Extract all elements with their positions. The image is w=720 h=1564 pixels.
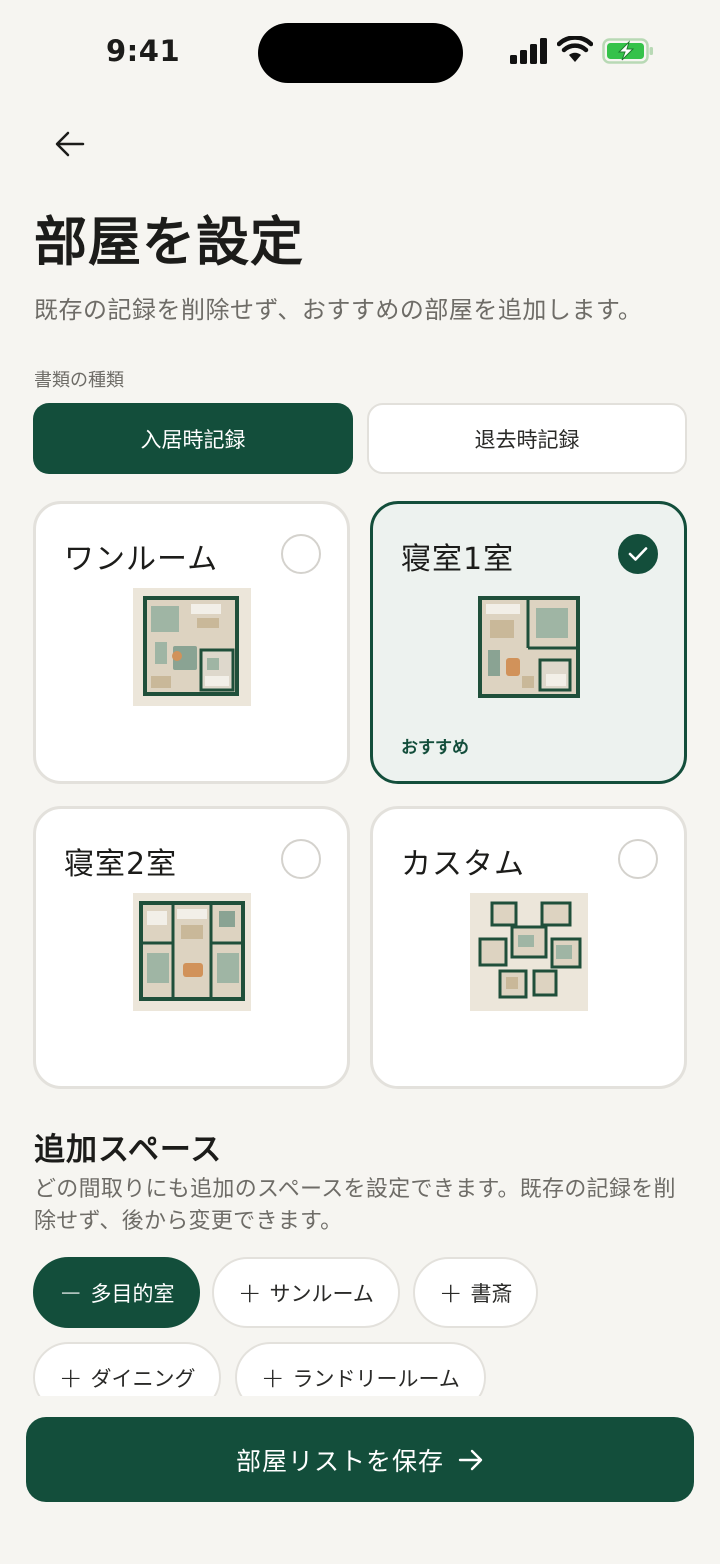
minus-icon: − bbox=[59, 1275, 83, 1309]
chip-label: ランドリールーム bbox=[292, 1366, 460, 1391]
dynamic-island bbox=[258, 23, 463, 83]
plus-icon: + bbox=[59, 1360, 83, 1394]
chip-sunroom[interactable]: + サンルーム bbox=[212, 1257, 400, 1328]
arrow-left-icon bbox=[55, 131, 85, 157]
layout-title: カスタム bbox=[401, 847, 525, 882]
move-in-record-tab[interactable]: 入居時記録 bbox=[33, 403, 353, 474]
plus-icon: + bbox=[238, 1275, 262, 1309]
document-type-label: 書類の種類 bbox=[34, 370, 124, 391]
cellular-signal-icon bbox=[510, 38, 547, 64]
arrow-right-icon bbox=[458, 1449, 483, 1470]
radio-unchecked-icon[interactable] bbox=[281, 839, 321, 879]
chip-label: サンルーム bbox=[269, 1281, 374, 1306]
checkmark-icon bbox=[628, 547, 648, 561]
layout-title: ワンルーム bbox=[64, 542, 219, 577]
chip-study[interactable]: + 書斎 bbox=[413, 1257, 539, 1328]
back-button[interactable] bbox=[48, 124, 92, 164]
recommended-badge: おすすめ bbox=[401, 738, 469, 758]
status-time: 9:41 bbox=[106, 34, 181, 68]
layout-card-custom[interactable]: カスタム bbox=[370, 806, 687, 1089]
chip-label: 多目的室 bbox=[90, 1281, 175, 1306]
layout-card-2-bedroom[interactable]: 寝室2室 bbox=[33, 806, 350, 1089]
plus-icon: + bbox=[261, 1360, 285, 1394]
radio-checked-icon[interactable] bbox=[618, 534, 658, 574]
radio-unchecked-icon[interactable] bbox=[618, 839, 658, 879]
layout-card-studio[interactable]: ワンルーム bbox=[33, 501, 350, 784]
2-bedroom-floorplan-image bbox=[133, 893, 251, 1011]
radio-unchecked-icon[interactable] bbox=[281, 534, 321, 574]
chip-multipurpose-room[interactable]: − 多目的室 bbox=[33, 1257, 201, 1328]
layout-title: 寝室2室 bbox=[64, 847, 178, 882]
layout-card-1-bedroom[interactable]: 寝室1室 おすすめ bbox=[370, 501, 687, 784]
save-button-label: 部屋リストを保存 bbox=[235, 1446, 444, 1476]
wifi-icon bbox=[557, 36, 593, 62]
save-room-list-button[interactable]: 部屋リストを保存 bbox=[26, 1417, 694, 1502]
1-bedroom-floorplan-image bbox=[478, 596, 580, 698]
move-out-record-tab[interactable]: 退去時記録 bbox=[367, 403, 687, 474]
plus-icon: + bbox=[439, 1275, 463, 1309]
layout-title: 寝室1室 bbox=[401, 542, 515, 577]
status-bar: 9:41 bbox=[0, 0, 720, 100]
studio-floorplan-image bbox=[133, 588, 251, 706]
extra-spaces-description: どの間取りにも追加のスペースを設定できます。既存の記録を削除せず、後から変更でき… bbox=[34, 1177, 676, 1234]
page-title: 部屋を設定 bbox=[34, 212, 304, 273]
extra-spaces-title: 追加スペース bbox=[34, 1132, 223, 1168]
battery-charging-icon bbox=[602, 38, 653, 64]
chip-label: 書斎 bbox=[470, 1281, 513, 1306]
custom-floorplan-image bbox=[470, 893, 588, 1011]
chip-label: ダイニング bbox=[90, 1366, 196, 1391]
page-subtitle: 既存の記録を削除せず、おすすめの部屋を追加します。 bbox=[34, 296, 643, 324]
